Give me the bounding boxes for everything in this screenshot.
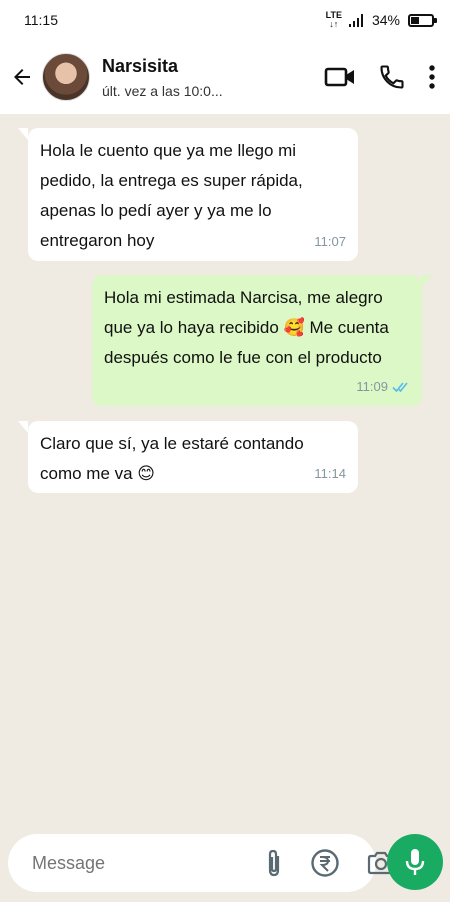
battery-percentage: 34%	[371, 12, 400, 28]
contact-name: Narsisita	[102, 55, 179, 76]
message-text: Hola le cuento que ya me llego mi pedido…	[40, 141, 303, 250]
chat-header: Narsisita últ. vez a las 10:0...	[0, 40, 450, 114]
attach-icon[interactable]	[264, 848, 284, 878]
double-check-icon	[392, 382, 408, 393]
network-type-icon: LTE ↓↑	[325, 10, 342, 29]
network-label: LTE	[325, 10, 342, 20]
mic-icon	[405, 849, 425, 875]
message-composer	[8, 834, 395, 892]
message-outgoing[interactable]: Hola mi estimada Narcisa, me alegro que …	[92, 275, 432, 406]
more-options-button[interactable]	[428, 64, 436, 90]
message-meta: 11:14	[314, 459, 346, 489]
more-vert-icon	[429, 65, 435, 89]
message-time: 11:09	[356, 379, 388, 394]
header-actions	[324, 63, 436, 91]
message-meta: 11:09	[356, 372, 410, 402]
message-time: 11:07	[314, 234, 346, 249]
voice-message-button[interactable]	[387, 834, 443, 890]
message-input[interactable]	[32, 852, 264, 874]
video-call-button[interactable]	[324, 65, 356, 89]
phone-icon	[380, 65, 404, 89]
message-meta: 11:07	[314, 227, 346, 257]
message-text: Hola mi estimada Narcisa, me alegro que …	[104, 288, 389, 367]
battery-icon	[408, 13, 437, 27]
status-time: 11:15	[24, 12, 58, 28]
voice-call-button[interactable]	[378, 63, 406, 91]
status-bar: 11:15 LTE ↓↑ 34%	[0, 0, 450, 40]
chat-messages: Hola le cuento que ya me llego mi pedido…	[0, 114, 450, 824]
contact-avatar[interactable]	[42, 53, 90, 101]
composer-tools	[264, 848, 396, 878]
message-text: Claro que sí, ya le estaré contando como…	[40, 434, 304, 483]
message-incoming[interactable]: Hola le cuento que ya me llego mi pedido…	[18, 128, 358, 261]
rupee-payment-icon[interactable]	[310, 848, 340, 878]
back-arrow-icon	[14, 69, 30, 85]
message-time: 11:14	[314, 466, 346, 481]
status-indicators: LTE ↓↑ 34%	[325, 10, 437, 29]
signal-icon	[348, 14, 363, 27]
back-button[interactable]	[2, 40, 42, 114]
contact-info[interactable]: Narsisita últ. vez a las 10:0...	[102, 56, 324, 99]
contact-last-seen: últ. vez a las 10:0...	[102, 82, 223, 99]
message-incoming[interactable]: Claro que sí, ya le estaré contando como…	[18, 421, 358, 493]
video-call-icon	[324, 67, 354, 87]
